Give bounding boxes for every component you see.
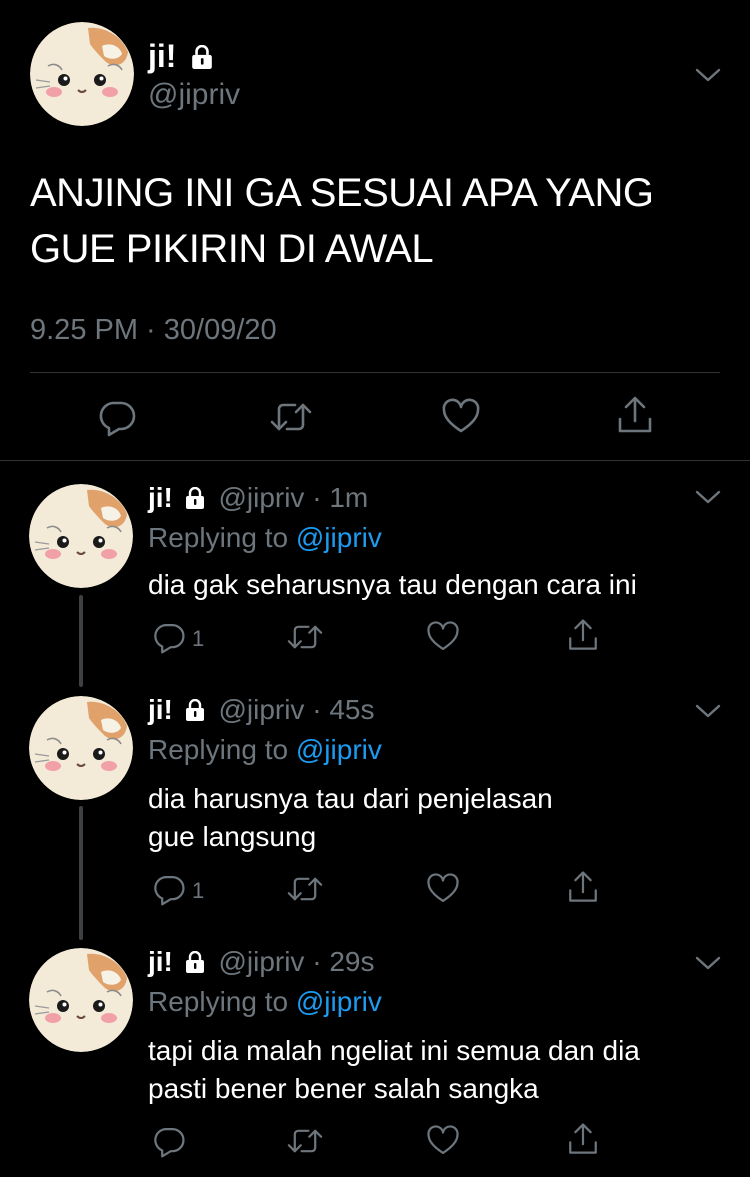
tweet-text-line-2: GUE PIKIRIN DI AWAL (30, 227, 434, 271)
tweet-text-line-1: ANJING INI GA SESUAI APA YANG (30, 171, 654, 215)
author-name[interactable]: ji! (148, 482, 173, 513)
reply-text-line-2: pasti bener bener salah sangka (148, 1073, 539, 1104)
lock-icon (185, 951, 205, 973)
like-heart-icon[interactable] (426, 872, 460, 906)
reply-text: dia harusnya tau dari penjelasan gue lan… (148, 780, 553, 856)
reply-header: ji! @jipriv · 1m (148, 482, 368, 514)
reply-icon[interactable] (152, 620, 186, 654)
divider (30, 372, 720, 373)
tweet-text: ANJING INI GA SESUAI APA YANG GUE PIKIRI… (30, 165, 654, 277)
reply-icon[interactable] (152, 1124, 186, 1158)
reply-text: tapi dia malah ngeliat ini semua dan dia… (148, 1032, 640, 1108)
author-handle[interactable]: @jipriv (218, 694, 304, 725)
more-options-chevron-down-icon[interactable] (694, 702, 722, 720)
reply-icon[interactable] (152, 872, 186, 906)
lock-icon (185, 699, 205, 721)
author-avatar[interactable] (30, 22, 134, 126)
reply-time[interactable]: 1m (329, 482, 368, 513)
author-name[interactable]: ji! (148, 946, 173, 977)
replying-to: Replying to @jipriv (148, 734, 382, 766)
lock-icon (191, 45, 213, 69)
thread-connector-line (79, 595, 83, 687)
replying-to-label: Replying to (148, 986, 289, 1017)
replying-to: Replying to @jipriv (148, 986, 382, 1018)
more-options-chevron-down-icon[interactable] (694, 488, 722, 506)
replying-to-label: Replying to (148, 734, 289, 765)
replying-to-label: Replying to (148, 522, 289, 553)
thread-connector-line (79, 806, 83, 940)
like-heart-icon[interactable] (426, 620, 460, 654)
reply-header: ji! @jipriv · 45s (148, 694, 374, 726)
author-name-row[interactable]: ji! (148, 38, 213, 75)
reply-text-line-2: gue langsung (148, 821, 317, 852)
reply-text-line-1: dia gak seharusnya tau dengan cara ini (148, 569, 637, 600)
reply-time[interactable]: 29s (329, 946, 374, 977)
more-options-chevron-down-icon[interactable] (694, 954, 722, 972)
reply-text: dia gak seharusnya tau dengan cara ini (148, 566, 637, 604)
separator-dot: · (312, 482, 322, 513)
like-heart-icon[interactable] (441, 397, 481, 437)
reply-icon[interactable] (97, 397, 137, 437)
retweet-icon[interactable] (286, 1124, 324, 1158)
author-handle[interactable]: @jipriv (148, 78, 240, 112)
author-avatar[interactable] (29, 484, 133, 588)
share-icon[interactable] (566, 870, 600, 904)
author-handle[interactable]: @jipriv (218, 482, 304, 513)
reply-header: ji! @jipriv · 29s (148, 946, 374, 978)
author-handle[interactable]: @jipriv (218, 946, 304, 977)
like-heart-icon[interactable] (426, 1124, 460, 1158)
author-name[interactable]: ji! (148, 694, 173, 725)
author-avatar[interactable] (29, 948, 133, 1052)
retweet-icon[interactable] (286, 620, 324, 654)
tweet-timestamp[interactable]: 9.25 PM · 30/09/20 (30, 314, 277, 347)
separator-dot: · (312, 694, 322, 725)
reply-text-line-1: dia harusnya tau dari penjelasan (148, 783, 553, 814)
share-icon[interactable] (615, 395, 655, 435)
reply-text-line-1: tapi dia malah ngeliat ini semua dan dia (148, 1035, 640, 1066)
separator-dot: · (312, 946, 322, 977)
replying-to: Replying to @jipriv (148, 522, 382, 554)
author-avatar[interactable] (29, 696, 133, 800)
reply-count: 1 (192, 626, 205, 651)
replying-to-handle-link[interactable]: @jipriv (296, 734, 382, 765)
retweet-icon[interactable] (269, 397, 313, 437)
share-icon[interactable] (566, 1122, 600, 1156)
replying-to-handle-link[interactable]: @jipriv (296, 986, 382, 1017)
replying-to-handle-link[interactable]: @jipriv (296, 522, 382, 553)
retweet-icon[interactable] (286, 872, 324, 906)
more-options-chevron-down-icon[interactable] (694, 66, 722, 84)
share-icon[interactable] (566, 618, 600, 652)
divider (0, 460, 750, 461)
lock-icon (185, 487, 205, 509)
author-name: ji! (148, 38, 177, 74)
reply-count: 1 (192, 878, 205, 903)
reply-time[interactable]: 45s (329, 694, 374, 725)
